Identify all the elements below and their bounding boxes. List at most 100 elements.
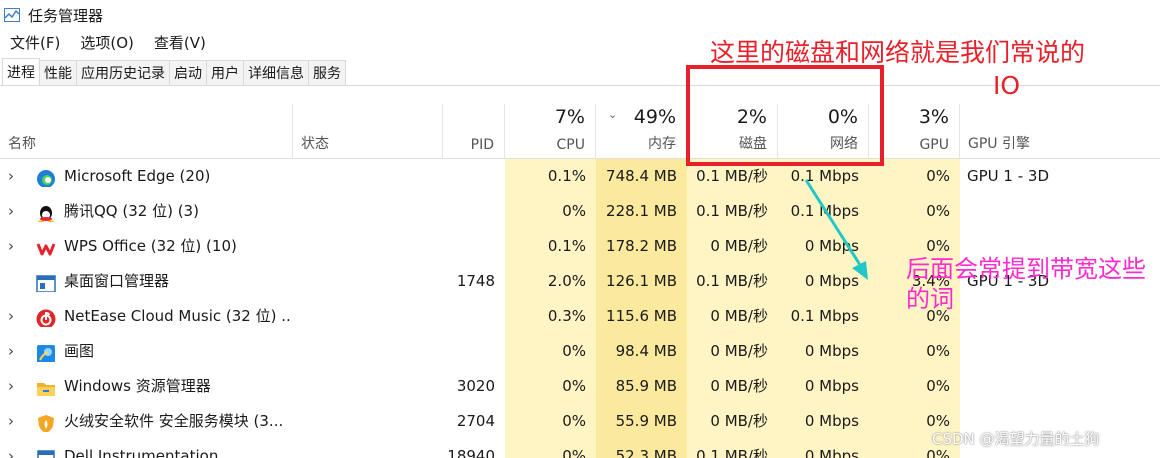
tab-startup[interactable]: 启动 <box>169 60 207 86</box>
process-gpu-engine <box>960 334 1160 369</box>
col-gpu-engine[interactable]: GPU 引擎 <box>960 104 1160 159</box>
window-title: 任务管理器 <box>28 6 104 25</box>
tab-processes[interactable]: 进程 <box>2 58 40 86</box>
col-memory-pct: 49% <box>633 106 676 128</box>
io-annotation-line2: IO <box>993 71 1021 100</box>
process-pid <box>443 334 505 369</box>
process-disk: 0 MB/秒 <box>687 404 778 439</box>
tab-bar: 进程 性能 应用历史记录 启动 用户 详细信息 服务 <box>2 58 346 86</box>
table-row[interactable]: › 画图 0% 98.4 MB 0 MB/秒 0 Mbps 0% <box>0 334 1160 369</box>
process-disk: 0 MB/秒 <box>687 229 778 264</box>
expand-chevron-icon[interactable]: › <box>8 439 24 458</box>
process-name: Microsoft Edge (20) <box>64 167 211 185</box>
process-network: 0 Mbps <box>778 334 869 369</box>
process-memory: 98.4 MB <box>596 334 687 369</box>
expand-chevron-icon[interactable]: › <box>8 404 24 439</box>
process-pid: 1748 <box>456 272 495 290</box>
task-manager-icon <box>4 8 20 22</box>
process-pid <box>443 194 505 229</box>
process-gpu: 0% <box>869 194 960 229</box>
tab-app-history[interactable]: 应用历史记录 <box>76 60 170 86</box>
process-memory: 178.2 MB <box>596 229 687 264</box>
process-disk: 0 MB/秒 <box>687 369 778 404</box>
process-cpu: 0% <box>505 439 596 458</box>
table-row[interactable]: › Microsoft Edge (20) 0.1% 748.4 MB 0.1 … <box>0 159 1160 194</box>
process-pid <box>443 299 505 334</box>
process-memory: 55.9 MB <box>596 404 687 439</box>
col-status-label: 状态 <box>301 136 329 152</box>
process-network: 0 Mbps <box>778 369 869 404</box>
process-memory: 748.4 MB <box>596 159 687 194</box>
col-status[interactable]: 状态 <box>293 104 443 159</box>
col-cpu[interactable]: 7% CPU <box>505 104 596 159</box>
title-bar: 任务管理器 <box>0 0 1160 30</box>
process-name: Dell Instrumentation <box>64 447 219 458</box>
process-name: 桌面窗口管理器 <box>64 272 170 290</box>
process-network: 0 Mbps <box>778 264 869 299</box>
process-memory: 228.1 MB <box>596 194 687 229</box>
csdn-watermark: CSDN @渴望力量的土狗 <box>932 430 1100 448</box>
table-row[interactable]: › Windows 资源管理器 3020 0% 85.9 MB 0 MB/秒 0… <box>0 369 1160 404</box>
process-name: 画图 <box>64 342 95 360</box>
table-row[interactable]: › 腾讯QQ (32 位) (3) 0% 228.1 MB 0.1 MB/秒 0… <box>0 194 1160 229</box>
process-name: 火绒安全软件 安全服务模块 (3... <box>64 412 284 430</box>
process-name: WPS Office (32 位) (10) <box>64 237 237 255</box>
col-cpu-pct: 7% <box>554 106 585 128</box>
paint-icon <box>36 342 58 362</box>
io-annotation-line1: 这里的磁盘和网络就是我们常说的 <box>710 38 1086 67</box>
qq-icon <box>36 202 58 222</box>
process-gpu: 0% <box>869 334 960 369</box>
col-gpu-engine-label: GPU 引擎 <box>968 136 1030 152</box>
process-disk: 0.1 MB/秒 <box>687 439 778 458</box>
tab-performance[interactable]: 性能 <box>39 60 77 86</box>
col-memory[interactable]: ⌄ 49% 内存 <box>596 104 687 159</box>
col-cpu-label: CPU <box>556 137 585 153</box>
process-cpu: 2.0% <box>505 264 596 299</box>
process-cpu: 0.1% <box>505 159 596 194</box>
expand-chevron-icon[interactable]: › <box>8 369 24 404</box>
shield-icon <box>36 412 58 432</box>
process-cpu: 0% <box>505 334 596 369</box>
process-memory: 52.3 MB <box>596 439 687 458</box>
process-cpu: 0.3% <box>505 299 596 334</box>
tab-divider <box>0 85 1160 86</box>
wps-icon <box>36 237 58 257</box>
col-name-label: 名称 <box>8 136 36 152</box>
process-pid: 18940 <box>447 447 495 458</box>
expand-chevron-icon[interactable]: › <box>8 299 24 334</box>
process-name: NetEase Cloud Music (32 位) ... <box>64 307 292 325</box>
column-header: 名称 状态 PID 7% CPU ⌄ 49% 内存 2% 磁盘 0% 网络 3%… <box>0 104 1160 159</box>
expand-chevron-icon[interactable]: › <box>8 159 24 194</box>
process-network: 0.1 Mbps <box>778 299 869 334</box>
process-cpu: 0% <box>505 404 596 439</box>
col-gpu-label: GPU <box>919 137 949 153</box>
col-name[interactable]: 名称 <box>0 104 293 159</box>
process-memory: 115.6 MB <box>596 299 687 334</box>
process-cpu: 0% <box>505 194 596 229</box>
col-pid-label: PID <box>470 137 494 153</box>
process-gpu: 0% <box>869 369 960 404</box>
expand-chevron-icon[interactable]: › <box>8 334 24 369</box>
col-memory-label: 内存 <box>648 136 676 152</box>
menu-options[interactable]: 选项(O) <box>70 32 144 53</box>
tab-details[interactable]: 详细信息 <box>243 60 309 86</box>
process-gpu-engine: GPU 1 - 3D <box>967 167 1050 185</box>
dell-icon <box>36 447 58 458</box>
process-pid <box>443 159 505 194</box>
process-disk: 0 MB/秒 <box>687 299 778 334</box>
process-gpu-engine <box>960 194 1160 229</box>
col-gpu-pct: 3% <box>918 106 949 128</box>
process-memory: 85.9 MB <box>596 369 687 404</box>
process-disk: 0.1 MB/秒 <box>687 264 778 299</box>
process-network: 0 Mbps <box>778 439 869 458</box>
tab-users[interactable]: 用户 <box>206 60 244 86</box>
expand-chevron-icon[interactable]: › <box>8 194 24 229</box>
expand-chevron-icon[interactable]: › <box>8 229 24 264</box>
col-pid[interactable]: PID <box>443 104 505 159</box>
menu-file[interactable]: 文件(F) <box>0 32 70 53</box>
process-network: 0 Mbps <box>778 229 869 264</box>
tab-services[interactable]: 服务 <box>308 60 346 86</box>
process-network: 0.1 Mbps <box>778 194 869 229</box>
menu-view[interactable]: 查看(V) <box>144 32 216 53</box>
sort-down-icon: ⌄ <box>608 108 618 121</box>
